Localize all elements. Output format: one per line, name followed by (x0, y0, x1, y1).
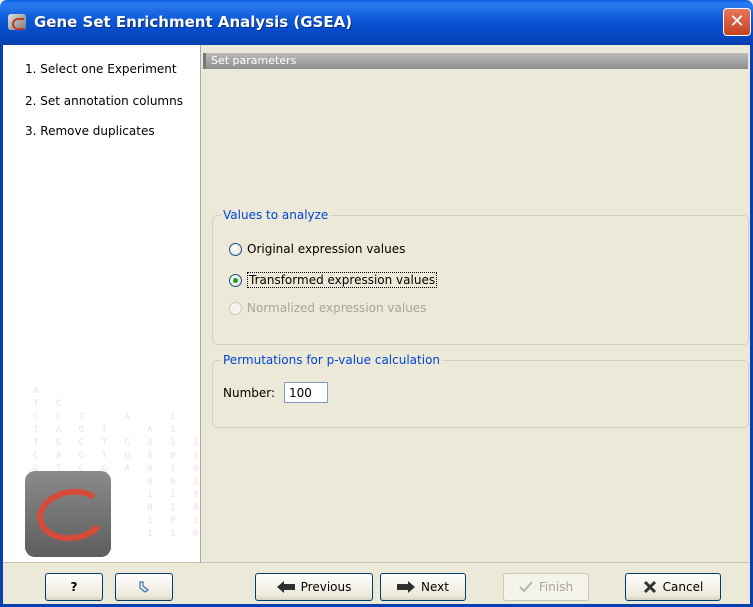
cancel-button[interactable]: Cancel (625, 573, 721, 601)
finish-button: Finish (503, 573, 589, 601)
wizard-steps-sidebar: 1. Select one Experiment 2. Set annotati… (3, 45, 201, 562)
radio-button[interactable] (229, 242, 242, 256)
radio-label: Original expression values (247, 242, 406, 256)
app-logo-icon (8, 14, 26, 30)
permutations-number-input[interactable] (284, 382, 328, 403)
arrow-left-icon (276, 581, 295, 593)
step-remove-duplicates: 3. Remove duplicates (25, 124, 155, 138)
radio-button-checked[interactable] (229, 273, 242, 287)
arrow-right-icon (397, 581, 416, 593)
previous-button[interactable]: Previous (255, 573, 373, 601)
finish-label: Finish (538, 580, 574, 594)
values-group-title: Values to analyze (221, 208, 331, 222)
radio-original-expression[interactable]: Original expression values (229, 242, 405, 256)
radio-normalized-expression: Normalized expression values (229, 301, 426, 315)
radio-label: Normalized expression values (247, 301, 427, 315)
permutations-group-title: Permutations for p-value calculation (221, 353, 443, 367)
step-select-experiment: 1. Select one Experiment (25, 62, 177, 76)
window-title: Gene Set Enrichment Analysis (GSEA) (34, 13, 353, 31)
logo-arc-icon (33, 484, 111, 546)
reset-icon (136, 579, 152, 595)
number-label: Number: (223, 386, 276, 400)
wizard-footer: ? Previous Next Finish Cancel (3, 562, 750, 604)
help-label: ? (70, 580, 78, 594)
section-header: Set parameters (203, 53, 748, 69)
next-button[interactable]: Next (380, 573, 466, 601)
checkmark-icon (519, 581, 533, 593)
radio-button-disabled (229, 301, 242, 315)
title-bar[interactable]: Gene Set Enrichment Analysis (GSEA) ✕ (0, 0, 753, 45)
help-button[interactable]: ? (45, 573, 103, 601)
cancel-x-icon (643, 580, 657, 594)
close-button[interactable]: ✕ (723, 8, 751, 36)
previous-label: Previous (300, 580, 352, 594)
radio-transformed-expression[interactable]: Transformed expression values (229, 272, 438, 288)
main-panel: Set parameters Values to analyze Origina… (201, 45, 750, 562)
radio-label: Transformed expression values (247, 272, 438, 288)
reset-button[interactable] (115, 573, 173, 601)
clc-logo (25, 471, 111, 557)
next-label: Next (421, 580, 449, 594)
cancel-label: Cancel (662, 580, 704, 594)
step-set-annotation-columns: 2. Set annotation columns (25, 94, 183, 108)
values-to-analyze-group: Values to analyze Original expression va… (212, 208, 749, 345)
permutations-group: Permutations for p-value calculation Num… (212, 353, 749, 428)
